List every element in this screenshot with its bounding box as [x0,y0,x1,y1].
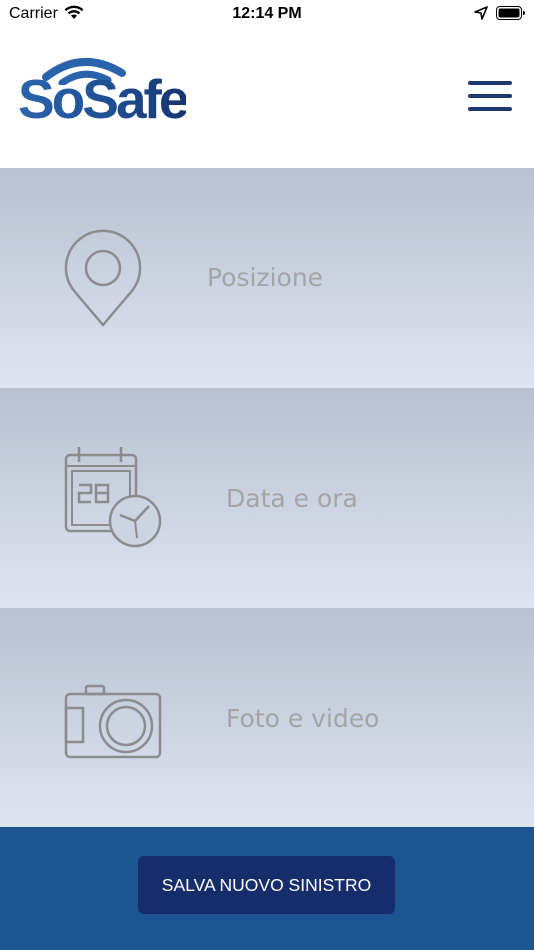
app-header: SoSafe [0,28,534,168]
footer-bar: SALVA NUOVO SINISTRO [0,827,534,950]
location-arrow-icon [474,6,488,25]
status-time: 12:14 PM [232,5,302,22]
map-pin-icon [63,228,143,333]
hamburger-menu-icon[interactable] [468,81,512,115]
option-data-ora[interactable]: Data e ora [0,388,534,608]
sosafe-logo: SoSafe [18,55,218,130]
camera-icon [63,684,163,765]
save-new-claim-button[interactable]: SALVA NUOVO SINISTRO [138,856,395,914]
logo-text: SoSafe [18,68,189,130]
battery-icon [496,6,526,26]
option-label: Data e ora [226,484,358,513]
calendar-clock-icon [63,446,163,555]
status-bar: Carrier 12:14 PM [0,0,534,28]
option-label: Posizione [207,263,324,292]
option-label: Foto e video [226,704,380,733]
option-posizione[interactable]: Posizione [0,168,534,388]
option-foto-video[interactable]: Foto e video [0,608,534,828]
